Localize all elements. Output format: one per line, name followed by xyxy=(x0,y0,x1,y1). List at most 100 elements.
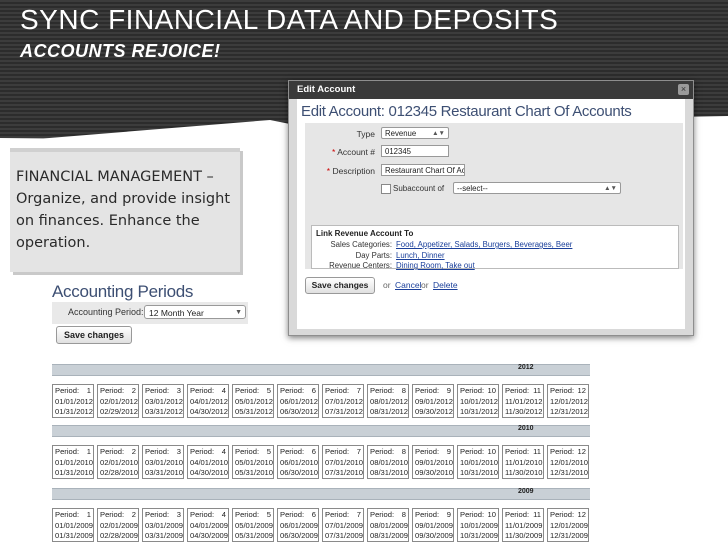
accounting-period-select[interactable]: 12 Month Year ▼ xyxy=(144,305,246,319)
chevron-down-icon: ▲▼ xyxy=(604,185,617,192)
period-row: Period: 1 01/01/2009 01/31/2009 Period: 2 02/0… xyxy=(52,508,590,542)
period-cell: Period: 4 04/01/2010 04/30/2010 xyxy=(187,445,229,479)
chevron-down-icon: ▲▼ xyxy=(432,130,445,137)
period-label: Period: xyxy=(280,510,305,519)
period-end-date: 10/31/2010 xyxy=(460,468,499,477)
period-label: Period: xyxy=(100,510,125,519)
period-label: Period: xyxy=(370,447,395,456)
period-number: 10 xyxy=(487,447,496,456)
account-number-input[interactable]: 012345 xyxy=(381,145,449,157)
period-start-date: 08/01/2010 xyxy=(370,457,409,467)
period-number: 9 xyxy=(446,386,451,395)
period-number: 11 xyxy=(533,386,541,395)
period-label: Period: xyxy=(145,447,170,456)
period-cell: Period: 3 03/01/2009 03/31/2009 xyxy=(142,508,184,542)
year-header-bar: 2009 xyxy=(52,488,590,500)
type-label: Type xyxy=(356,129,375,139)
cancel-link[interactable]: Cancel xyxy=(395,280,421,290)
dialog-title: Edit Account xyxy=(297,84,356,95)
sales-categories-label: Sales Categories: xyxy=(330,240,392,249)
period-label: Period: xyxy=(415,447,440,456)
period-end-date: 04/30/2009 xyxy=(190,531,229,540)
period-number: 4 xyxy=(221,510,226,519)
period-row: Period: 1 01/01/2010 01/31/2010 Period: 2 02/0… xyxy=(52,445,590,479)
period-cell: Period: 5 05/01/2010 05/31/2010 xyxy=(232,445,274,479)
period-end-date: 02/28/2010 xyxy=(100,468,139,477)
period-number: 3 xyxy=(176,510,181,519)
period-end-date: 06/30/2012 xyxy=(280,407,319,416)
required-mark: * xyxy=(326,166,331,176)
day-parts-link[interactable]: Lunch, Dinner xyxy=(396,251,445,260)
description-input[interactable]: Restaurant Chart Of Acco xyxy=(381,164,465,176)
period-end-date: 02/29/2012 xyxy=(100,407,139,416)
account-number-label-text: Account # xyxy=(337,147,375,157)
year-label: 2012 xyxy=(518,364,534,371)
subaccount-select[interactable]: --select-- ▲▼ xyxy=(453,182,621,194)
period-label: Period: xyxy=(55,447,80,456)
period-cell: Period: 10 10/01/2010 10/31/2010 xyxy=(457,445,499,479)
period-start-date: 01/01/2009 xyxy=(55,520,94,530)
period-end-date: 12/31/2010 xyxy=(550,468,589,477)
period-label: Period: xyxy=(460,447,485,456)
delete-link[interactable]: Delete xyxy=(433,280,458,290)
period-end-date: 07/31/2012 xyxy=(325,407,364,416)
period-row: Period: 1 01/01/2012 01/31/2012 Period: 2 02/0… xyxy=(52,384,590,418)
period-start-date: 01/01/2010 xyxy=(55,457,94,467)
revenue-centers-link[interactable]: Dining Room, Take out xyxy=(396,261,475,270)
subaccount-label: Subaccount of xyxy=(393,184,445,193)
period-end-date: 01/31/2010 xyxy=(55,468,94,477)
period-cell: Period: 2 02/01/2012 02/29/2012 xyxy=(97,384,139,418)
period-cell: Period: 12 12/01/2009 12/31/2009 xyxy=(547,508,589,542)
or-text: or xyxy=(383,280,391,290)
link-revenue-box: Link Revenue Account To Sales Categories… xyxy=(311,225,679,270)
type-select[interactable]: Revenue ▲▼ xyxy=(381,127,449,139)
period-start-date: 08/01/2009 xyxy=(370,520,409,530)
period-label: Period: xyxy=(460,386,485,395)
period-start-date: 11/01/2009 xyxy=(505,520,543,530)
day-parts-label: Day Parts: xyxy=(355,251,392,260)
subaccount-checkbox[interactable] xyxy=(381,184,391,194)
revenue-centers-label: Revenue Centers: xyxy=(329,261,392,270)
accounting-periods-save-button[interactable]: Save changes xyxy=(56,326,132,344)
period-start-date: 10/01/2010 xyxy=(460,457,499,467)
period-end-date: 05/31/2009 xyxy=(235,531,274,540)
period-start-date: 10/01/2009 xyxy=(460,520,499,530)
sales-categories-link[interactable]: Food, Appetizer, Salads, Burgers, Bevera… xyxy=(396,240,572,249)
period-label: Period: xyxy=(505,447,530,456)
link-revenue-title: Link Revenue Account To xyxy=(316,229,414,238)
period-cell: Period: 4 04/01/2012 04/30/2012 xyxy=(187,384,229,418)
period-cell: Period: 9 09/01/2009 09/30/2009 xyxy=(412,508,454,542)
period-label: Period: xyxy=(550,447,575,456)
period-start-date: 09/01/2010 xyxy=(415,457,454,467)
period-cell: Period: 2 02/01/2009 02/28/2009 xyxy=(97,508,139,542)
required-mark: * xyxy=(331,147,336,157)
edit-account-dialog: Edit Account × Edit Account: 012345 Rest… xyxy=(288,80,694,336)
period-start-date: 12/01/2009 xyxy=(550,520,589,530)
period-start-date: 04/01/2012 xyxy=(190,396,229,406)
period-cell: Period: 8 08/01/2009 08/31/2009 xyxy=(367,508,409,542)
period-cell: Period: 7 07/01/2009 07/31/2009 xyxy=(322,508,364,542)
period-cell: Period: 5 05/01/2009 05/31/2009 xyxy=(232,508,274,542)
period-start-date: 07/01/2009 xyxy=(325,520,364,530)
period-number: 1 xyxy=(86,447,91,456)
period-number: 1 xyxy=(86,386,91,395)
period-start-date: 06/01/2010 xyxy=(280,457,319,467)
period-end-date: 10/31/2012 xyxy=(460,407,499,416)
callout-box: FINANCIAL MANAGEMENT – Organize, and pro… xyxy=(10,148,240,272)
dialog-body: Edit Account: 012345 Restaurant Chart Of… xyxy=(297,99,685,329)
period-number: 10 xyxy=(487,386,496,395)
close-icon[interactable]: × xyxy=(678,84,689,95)
period-cell: Period: 9 09/01/2012 09/30/2012 xyxy=(412,384,454,418)
chevron-down-icon: ▼ xyxy=(235,309,242,316)
period-end-date: 09/30/2009 xyxy=(415,531,454,540)
year-label: 2010 xyxy=(518,425,534,432)
period-cell: Period: 1 01/01/2010 01/31/2010 xyxy=(52,445,94,479)
edit-account-save-button[interactable]: Save changes xyxy=(305,277,375,294)
period-cell: Period: 12 12/01/2010 12/31/2010 xyxy=(547,445,589,479)
period-cell: Period: 6 06/01/2009 06/30/2009 xyxy=(277,508,319,542)
period-number: 10 xyxy=(487,510,496,519)
slide-title: SYNC FINANCIAL DATA AND DEPOSITS xyxy=(20,4,559,35)
period-cell: Period: 4 04/01/2009 04/30/2009 xyxy=(187,508,229,542)
dialog-titlebar: Edit Account × xyxy=(289,81,693,99)
period-end-date: 09/30/2012 xyxy=(415,407,454,416)
